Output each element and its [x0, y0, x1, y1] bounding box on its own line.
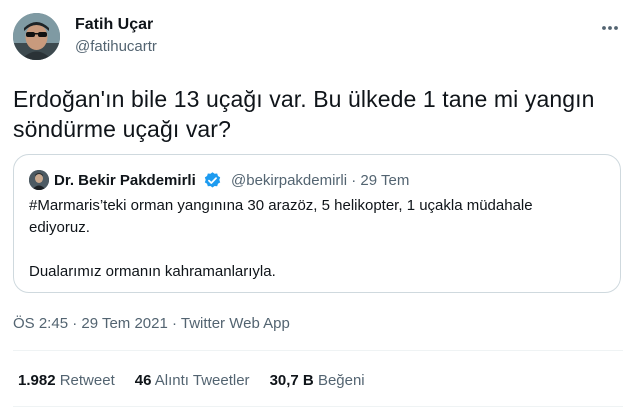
verified-badge-icon	[203, 171, 222, 190]
tweet-text-line: Erdoğan'ın bile 13 uçağı var. Bu ülkede …	[13, 86, 595, 112]
likes-label: Beğeni	[317, 372, 365, 389]
retweets-stat[interactable]: 1.982 Retweet	[18, 372, 115, 389]
quoted-text-line: Dualarımız ormanın kahramanlarıyla.	[29, 263, 276, 280]
likes-stat[interactable]: 30,7 B Beğeni	[270, 372, 365, 389]
retweets-label: Retweet	[59, 372, 115, 389]
quotes-label: Alıntı Tweetler	[154, 372, 250, 389]
user-avatar-photo-icon	[29, 170, 49, 190]
author-display-name[interactable]: Fatih Uçar	[75, 16, 153, 34]
author-handle[interactable]: @fatihucartr	[75, 38, 157, 55]
tweet-text-line: söndürme uçağı var?	[13, 116, 231, 142]
more-options-icon[interactable]	[596, 18, 624, 38]
quoted-text-line: ediyoruz.	[29, 219, 90, 236]
engagement-stats: 1.982 Retweet 46 Alıntı Tweetler 30,7 B Be…	[18, 372, 385, 389]
quotes-count: 46	[134, 372, 152, 389]
likes-count: 30,7 B	[269, 372, 314, 389]
tweet-timestamp-source[interactable]: ÖS 2:45 · 29 Tem 2021 · Twitter Web App	[13, 315, 290, 332]
quote-tweets-stat[interactable]: 46 Alıntı Tweetler	[135, 372, 250, 389]
quoted-handle-date[interactable]: @bekirpakdemirli · 29 Tem	[231, 172, 409, 189]
author-avatar[interactable]	[13, 13, 60, 60]
divider	[13, 406, 623, 407]
retweets-count: 1.982	[18, 372, 56, 389]
divider	[13, 350, 623, 351]
quoted-author-avatar[interactable]	[29, 170, 49, 190]
quoted-display-name[interactable]: Dr. Bekir Pakdemirli	[54, 172, 196, 189]
user-avatar-photo-icon	[13, 13, 60, 60]
quoted-text-line: #Marmaris’teki orman yangınına 30 arazöz…	[29, 197, 533, 214]
tweet-text: Erdoğan'ın bile 13 uçağı var. Bu ülkede …	[13, 84, 623, 144]
quoted-tweet[interactable]: Dr. Bekir Pakdemirli @bekirpakdemirli · …	[13, 154, 621, 293]
